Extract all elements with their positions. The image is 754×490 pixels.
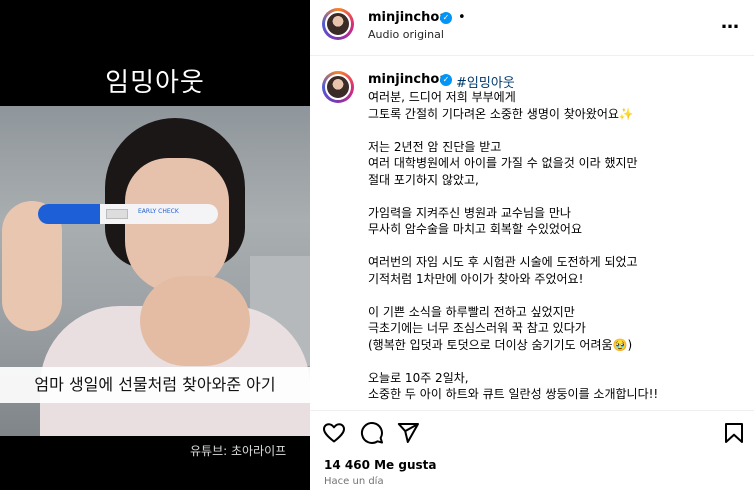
caption-line: 여러분, 드디어 저희 부부에게 [368, 90, 516, 104]
avatar[interactable] [322, 8, 354, 40]
pregnancy-test-label: EARLY CHECK [138, 208, 179, 215]
heart-icon[interactable] [322, 421, 346, 445]
more-options-icon[interactable]: … [721, 12, 740, 33]
pregnancy-test-window [106, 209, 128, 219]
caption-line: 이 기쁜 소식을 하루빨리 전하고 싶었지만 [368, 304, 575, 319]
pregnancy-test-cap [38, 204, 100, 224]
caption-line: (행복한 입덧과 토덧으로 더이상 숨기기도 어려움🥹) [368, 337, 633, 352]
caption-line: 여러 대학병원에서 아이를 가질 수 없을것 이라 했지만 [368, 156, 638, 170]
caption-line: 오늘로 10주 2일차, [368, 370, 469, 385]
caption-paragraph: 저는 2년전 암 진단을 받고 여러 대학병원에서 아이를 가질 수 없을것 이… [368, 139, 748, 189]
post-header: minjinchoa ✓ • Audio original … [310, 0, 754, 56]
caption-avatar[interactable] [322, 71, 354, 103]
verified-badge-icon: ✓ [440, 12, 452, 24]
verified-badge-icon: ✓ [440, 74, 452, 86]
caption-paragraph: 여러번의 자임 시도 후 시험관 시술에 도전하게 되었고 기적처럼 1차만에 … [368, 254, 748, 287]
audio-link[interactable]: Audio original [368, 28, 444, 41]
photo-face [125, 158, 229, 293]
caption-username[interactable]: minjinchoa [368, 72, 448, 87]
caption-line: 그토록 간절히 기다려온 소중한 생명이 찾아왔어요✨ [368, 106, 634, 121]
caption-line: 무사히 암수술을 마치고 회복할 수있었어요 [368, 222, 582, 236]
post-timestamp[interactable]: Hace un día [324, 476, 384, 487]
photo-hand-covering-mouth [140, 276, 250, 366]
caption-line: 극초기에는 너무 조심스러워 꾹 참고 있다가 [368, 321, 586, 335]
separator-dot: • [458, 10, 466, 25]
bookmark-icon[interactable] [722, 421, 746, 445]
caption-area: minjinchoa ✓ #임밍아웃 여러분, 드디어 저희 부부에게 그토록 … [310, 57, 754, 409]
likes-count[interactable]: 14 460 Me gusta [324, 458, 436, 472]
caption-line: 기적처럼 1차만에 아이가 찾아와 주었어요! [368, 271, 584, 286]
caption-line: 가임력을 지켜주신 병원과 교수님을 만나 [368, 205, 571, 220]
caption-line: 여러번의 자임 시도 후 시험관 시술에 도전하게 되었고 [368, 255, 638, 269]
caption-paragraph: 가임력을 지켜주신 병원과 교수님을 만나 무사히 암수술을 마치고 회복할 수… [368, 205, 748, 238]
caption-paragraph: 오늘로 10주 2일차, 소중한 두 아이 하트와 큐트 일란성 쌍둥이를 소개… [368, 370, 748, 403]
post-side-panel: minjinchoa ✓ • Audio original … minjinch… [310, 0, 754, 490]
media-subtitle: 엄마 생일에 선물처럼 찾아와준 아기 [0, 367, 310, 403]
share-icon[interactable] [396, 421, 420, 445]
caption-line: 소중한 두 아이 하트와 큐트 일란성 쌍둥이를 소개합니다!! [368, 387, 659, 401]
caption-text: 여러분, 드디어 저희 부부에게 그토록 간절히 기다려온 소중한 생명이 찾아… [368, 89, 748, 409]
post-media[interactable]: 임밍아웃 EARLY CHECK 엄마 생일에 선물처럼 찾아와준 아기 유튜브… [0, 0, 310, 490]
caption-paragraph: 이 기쁜 소식을 하루빨리 전하고 싶었지만 극초기에는 너무 조심스러워 꾹 … [368, 304, 748, 354]
comment-icon[interactable] [360, 421, 384, 445]
pregnancy-test: EARLY CHECK [38, 204, 218, 224]
media-title-text: 임밍아웃 [105, 68, 205, 98]
caption-line: 저는 2년전 암 진단을 받고 [368, 139, 502, 154]
action-bar [310, 410, 754, 454]
media-credit: 유튜브: 초아라이프 [190, 444, 287, 458]
header-username[interactable]: minjinchoa [368, 10, 448, 25]
caption-line: 절대 포기하지 않았고, [368, 172, 479, 187]
caption-paragraph: 여러분, 드디어 저희 부부에게 그토록 간절히 기다려온 소중한 생명이 찾아… [368, 89, 748, 122]
